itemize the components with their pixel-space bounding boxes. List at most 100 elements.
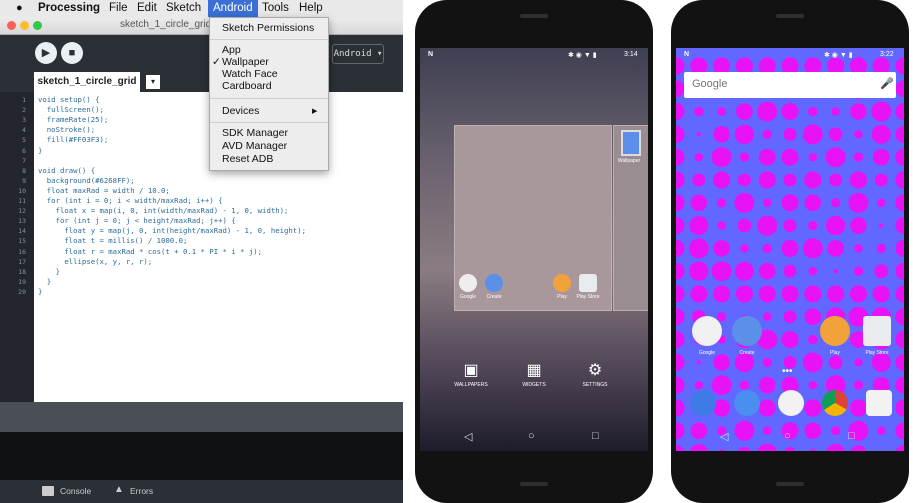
code-line: } <box>38 145 43 155</box>
status-bar: N ✱ ◉ ▼ ▮ 3:22 <box>676 48 904 64</box>
code-line: frameRate(25); <box>38 115 109 125</box>
play-icon: ▶ <box>41 47 51 59</box>
tab-sketch[interactable]: sketch_1_circle_grid <box>34 72 140 92</box>
menu-android[interactable]: Android <box>208 0 258 17</box>
app-label-play-store: Play Store <box>576 294 600 300</box>
clock: 3:22 <box>880 51 894 58</box>
mode-selector[interactable]: Android ▾ <box>332 44 384 64</box>
menu-item-cardboard[interactable]: Cardboard <box>222 80 272 92</box>
menu-help[interactable]: Help <box>299 2 323 14</box>
menu-edit[interactable]: Edit <box>137 2 157 14</box>
menu-item-wallpaper[interactable]: Wallpaper <box>222 56 269 68</box>
app-label-google: Google <box>698 350 716 356</box>
code-line: background(#6268FF); <box>38 175 135 185</box>
line-number: 17 <box>18 257 26 266</box>
line-number-gutter: 1 2 3 4 5 6 7 8 9 10 11 12 13 14 15 16 17 18 19 20 <box>0 92 34 402</box>
code-line: float y = map(j, 0, int(height/maxRad) -… <box>38 226 306 236</box>
minimize-window-button[interactable] <box>20 21 29 30</box>
home-button[interactable]: ○ <box>528 430 535 442</box>
create-app-icon <box>485 274 503 292</box>
line-number: 12 <box>18 207 26 216</box>
code-line: } <box>38 276 52 286</box>
back-button[interactable]: ◁ <box>720 430 728 443</box>
play-app-icon <box>553 274 571 292</box>
line-number: 5 <box>22 136 26 145</box>
console-output <box>0 432 403 480</box>
settings-button[interactable]: ⚙ SETTINGS <box>578 360 612 388</box>
menu-tools[interactable]: Tools <box>262 2 289 14</box>
menu-sketch[interactable]: Sketch <box>166 2 201 14</box>
wallpapers-label: WALLPAPERS <box>454 382 488 388</box>
menu-item-sketch-permissions[interactable]: Sketch Permissions <box>222 22 314 34</box>
checkmark-icon: ✓ <box>212 56 221 68</box>
console-tab[interactable]: Console <box>60 486 91 496</box>
google-search-bar[interactable]: Google 🎤 <box>684 72 896 98</box>
back-button[interactable]: ◁ <box>464 430 472 443</box>
line-number: 20 <box>18 287 26 296</box>
menu-processing[interactable]: Processing <box>38 2 100 14</box>
status-icons: ✱ ◉ ▼ ▮ <box>824 52 853 59</box>
play-store-icon[interactable] <box>863 316 891 346</box>
app-label-create: Create <box>486 294 502 300</box>
menu-item-avd-manager[interactable]: AVD Manager <box>222 140 287 152</box>
second-page-preview[interactable]: Wallpaper <box>613 125 648 311</box>
phone-speaker <box>520 482 548 486</box>
menu-item-devices[interactable]: Devices <box>222 105 259 117</box>
line-number: 10 <box>18 186 26 195</box>
menu-item-sdk-manager[interactable]: SDK Manager <box>222 127 288 139</box>
code-line: } <box>38 266 60 276</box>
close-window-button[interactable] <box>7 21 16 30</box>
phone-speaker <box>776 482 804 486</box>
status-bar: Console ▲ Errors <box>0 480 403 503</box>
wallpapers-button[interactable]: ▣ WALLPAPERS <box>454 360 488 388</box>
line-number: 11 <box>18 197 26 205</box>
run-button[interactable]: ▶ <box>35 42 57 64</box>
code-line: void draw() { <box>38 165 96 175</box>
notification-icon: N <box>684 51 690 58</box>
chrome-app-icon[interactable] <box>822 390 848 416</box>
menu-divider <box>210 98 328 99</box>
camera-app-icon[interactable] <box>866 390 892 416</box>
widgets-button[interactable]: ▦ WIDGETS <box>517 360 551 388</box>
line-number: 14 <box>18 227 26 236</box>
menu-item-reset-adb[interactable]: Reset ADB <box>222 153 273 165</box>
phone-app-icon[interactable] <box>690 390 716 416</box>
widgets-icon: ▦ <box>526 362 542 379</box>
app-drawer-icon[interactable] <box>778 390 804 416</box>
code-line: float x = map(i, 0, int(width/maxRad) - … <box>38 206 289 216</box>
home-button[interactable]: ○ <box>784 430 791 442</box>
window-titlebar: sketch_1_circle_grid <box>0 17 403 35</box>
google-app-icon[interactable] <box>692 316 722 346</box>
errors-tab[interactable]: Errors <box>130 486 153 496</box>
notification-icon: N <box>428 51 434 58</box>
widgets-label: WIDGETS <box>522 382 546 388</box>
play-app-icon[interactable] <box>820 316 850 346</box>
zoom-window-button[interactable] <box>33 21 42 30</box>
status-icons: ✱ ◉ ▼ ▮ <box>568 52 597 59</box>
phone-home-screen: N ✱ ◉ ▼ ▮ 3:22 Google 🎤 Google Create Pl… <box>671 0 909 503</box>
menu-item-app[interactable]: App <box>222 44 241 56</box>
line-number: 4 <box>22 126 26 135</box>
mic-icon[interactable]: 🎤 <box>880 77 894 90</box>
home-screen-preview[interactable]: Google Create Play Play Store <box>454 125 612 311</box>
recents-button[interactable]: □ <box>848 430 855 442</box>
messages-app-icon[interactable] <box>734 390 760 416</box>
tab-menu-button[interactable]: ▾ <box>146 75 160 89</box>
code-line: noStroke(); <box>38 125 96 135</box>
menu-item-watch-face[interactable]: Watch Face <box>222 68 278 80</box>
code-line: ellipse(x, y, r, r); <box>38 256 153 266</box>
stop-icon: ■ <box>68 47 76 59</box>
apple-icon[interactable]: ● <box>16 2 23 14</box>
google-logo: Google <box>692 78 728 90</box>
code-line: fullScreen(); <box>38 105 104 115</box>
create-app-icon[interactable] <box>732 316 762 346</box>
wallpaper-widget-label: Wallpaper <box>617 158 641 164</box>
menu-file[interactable]: File <box>109 2 128 14</box>
line-number: 18 <box>18 267 26 276</box>
stop-button[interactable]: ■ <box>61 42 83 64</box>
submenu-arrow-icon: ▶ <box>312 108 318 115</box>
message-area <box>0 402 403 432</box>
settings-label: SETTINGS <box>582 382 608 388</box>
recents-button[interactable]: □ <box>592 430 599 442</box>
ide-toolbar: ▶ ■ Android ▾ <box>0 35 403 72</box>
